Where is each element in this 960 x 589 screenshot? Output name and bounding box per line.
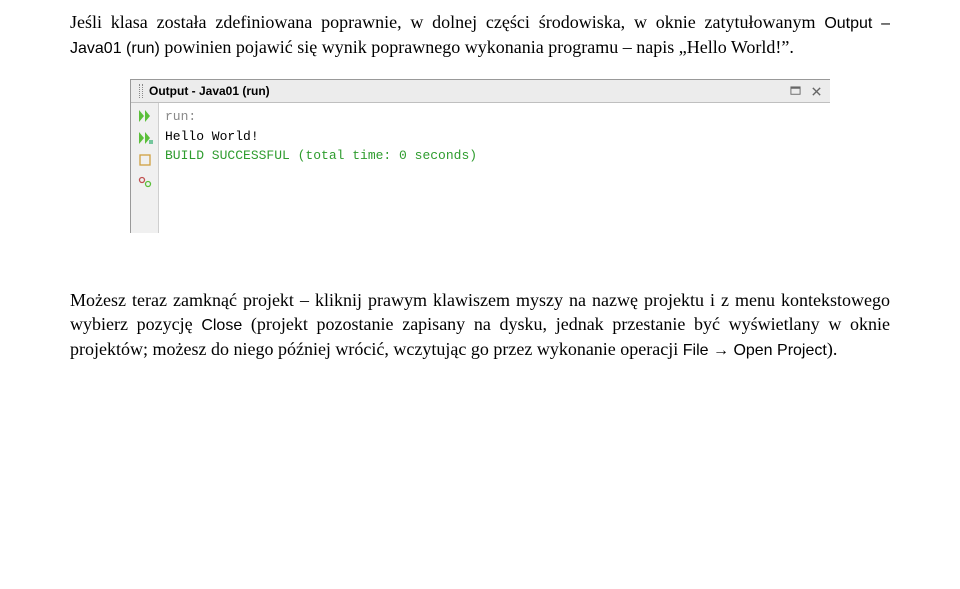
console-line-run: run: [165,107,824,127]
output-panel-titlebar: Output - Java01 (run) [131,80,830,103]
panel-title-left: Output - Java01 (run) [139,84,270,98]
stop-icon[interactable] [136,151,154,169]
para2-text-c: ). [827,339,838,359]
para2-inline-code-2: File → Open Project [683,342,827,359]
settings-icon[interactable] [136,173,154,191]
para1-text-middle: powinien pojawić się wynik poprawnego wy… [160,37,794,57]
output-panel-screenshot: Output - Java01 (run) [130,79,830,233]
minimize-icon[interactable] [790,86,801,97]
para1-text-prefix: Jeśli klasa została zdefiniowana poprawn… [70,12,824,32]
console-line-build: BUILD SUCCESSFUL (total time: 0 seconds) [165,146,824,166]
para2-inline-code-1: Close [201,317,242,334]
output-panel-body: run: Hello World! BUILD SUCCESSFUL (tota… [131,103,830,233]
rerun-alt-icon[interactable] [136,129,154,147]
panel-window-buttons [790,86,822,97]
output-console: run: Hello World! BUILD SUCCESSFUL (tota… [159,103,830,233]
close-icon[interactable] [811,86,822,97]
console-line-output: Hello World! [165,127,824,147]
output-toolbar [131,103,159,233]
panel-grip-icon [139,84,143,98]
rerun-icon[interactable] [136,107,154,125]
output-panel: Output - Java01 (run) [130,79,830,233]
paragraph-2: Możesz teraz zamknąć projekt – kliknij p… [70,288,890,361]
panel-title: Output - Java01 (run) [149,84,270,98]
paragraph-1: Jeśli klasa została zdefiniowana poprawn… [70,10,890,59]
